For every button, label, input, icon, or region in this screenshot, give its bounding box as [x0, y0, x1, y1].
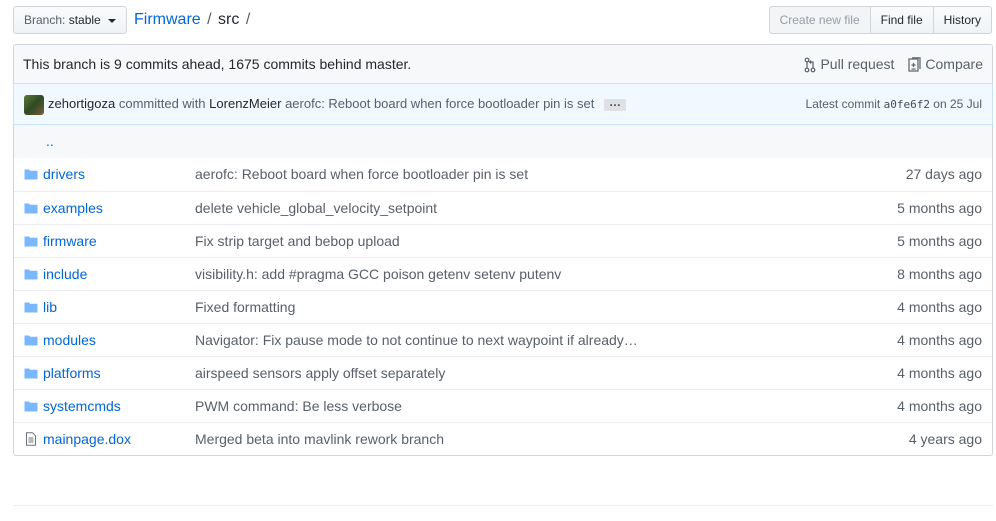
folder-icon: [24, 366, 38, 380]
folder-icon: [24, 234, 38, 248]
table-row: include visibility.h: add #pragma GCC poi…: [14, 257, 992, 290]
table-row: firmware Fix strip target and bebop uploa…: [14, 224, 992, 257]
avatar[interactable]: [24, 95, 44, 115]
table-row: systemcmds PWM command: Be less verbose 4 …: [14, 389, 992, 422]
file-navigation: Branch: stable Firmware / src / Create n…: [13, 6, 992, 34]
commit-age: 5 months ago: [897, 233, 982, 249]
file-name-link[interactable]: drivers: [43, 158, 85, 191]
branch-prefix: Branch:: [24, 13, 66, 27]
folder-icon: [24, 333, 38, 347]
commit-age: 27 days ago: [905, 166, 982, 182]
file-actions: Create new file Find file History: [768, 6, 992, 34]
branch-name: stable: [68, 13, 101, 27]
committed-with-text: committed with: [118, 96, 206, 111]
table-row: examples delete vehicle_global_velocity_s…: [14, 191, 992, 224]
commit-message-link[interactable]: Fixed formatting: [195, 291, 295, 324]
parent-directory-link[interactable]: ..: [46, 125, 54, 158]
history-button[interactable]: History: [932, 6, 992, 34]
folder-icon: [24, 300, 38, 314]
breadcrumb-repo-link[interactable]: Firmware: [134, 11, 201, 28]
table-row: drivers aerofc: Reboot board when force b…: [14, 158, 992, 191]
commit-message-link[interactable]: airspeed sensors apply offset separately: [195, 357, 445, 390]
commit-age: 4 months ago: [897, 398, 982, 414]
file-name-link[interactable]: examples: [43, 192, 103, 225]
branch-actions: Pull request Compare: [804, 45, 983, 84]
table-row: mainpage.dox Merged beta into mavlink rew…: [14, 422, 992, 455]
commit-message-link[interactable]: aerofc: Reboot board when force bootload…: [195, 158, 528, 191]
breadcrumb: Firmware / src /: [134, 8, 252, 32]
commit-message-link[interactable]: aerofc: Reboot board when force bootload…: [285, 96, 594, 111]
folder-icon: [24, 399, 38, 413]
table-row: lib Fixed formatting 4 months ago: [14, 290, 992, 323]
git-pull-request-icon: [805, 57, 816, 72]
file-name-link[interactable]: lib: [43, 291, 57, 324]
file-name-link[interactable]: mainpage.dox: [43, 423, 131, 456]
table-row: modules Navigator: Fix pause mode to not …: [14, 323, 992, 356]
breadcrumb-separator: /: [245, 11, 251, 28]
commit-message-link[interactable]: Merged beta into mavlink rework branch: [195, 423, 444, 456]
parent-directory-row: ..: [14, 125, 992, 158]
commit-message-link[interactable]: delete vehicle_global_velocity_setpoint: [195, 192, 437, 225]
commit-author-line: zehortigoza committed with LorenzMeier a…: [48, 84, 626, 124]
table-row: platforms airspeed sensors apply offset s…: [14, 356, 992, 389]
find-file-button[interactable]: Find file: [869, 6, 934, 34]
commit-author-link[interactable]: zehortigoza: [48, 96, 115, 111]
diff-icon: [908, 56, 922, 72]
branch-status-message: This branch is 9 commits ahead, 1675 com…: [23, 56, 412, 72]
pull-request-label: Pull request: [820, 56, 895, 72]
commit-message-link[interactable]: PWM command: Be less verbose: [195, 390, 402, 423]
commit-sha-link[interactable]: a0fe6f2: [884, 98, 930, 111]
latest-commit-label: Latest commit: [805, 97, 881, 111]
file-name-link[interactable]: modules: [43, 324, 96, 357]
commit-message-link[interactable]: visibility.h: add #pragma GCC poison get…: [195, 258, 561, 291]
file-list: .. drivers aerofc: Reboot board when forc…: [13, 125, 993, 456]
create-new-file-button[interactable]: Create new file: [768, 6, 871, 34]
commit-age: 4 months ago: [897, 332, 982, 348]
compare-link[interactable]: Compare: [908, 45, 983, 84]
commit-message-link[interactable]: Navigator: Fix pause mode to not continu…: [195, 324, 638, 357]
commit-date: on 25 Jul: [933, 97, 982, 111]
breadcrumb-separator: /: [207, 11, 212, 28]
branch-status-bar: This branch is 9 commits ahead, 1675 com…: [13, 44, 993, 83]
compare-label: Compare: [925, 56, 983, 72]
file-name-link[interactable]: firmware: [43, 225, 97, 258]
commit-age: 8 months ago: [897, 266, 982, 282]
pull-request-link[interactable]: Pull request: [804, 45, 894, 84]
file-icon: [24, 432, 38, 446]
commit-age: 4 months ago: [897, 365, 982, 381]
divider: [13, 505, 993, 506]
latest-commit-info: Latest commit a0fe6f2 on 25 Jul: [806, 84, 982, 125]
commit-age: 4 years ago: [908, 431, 982, 447]
breadcrumb-current-dir: src: [218, 11, 240, 28]
folder-icon: [24, 201, 38, 215]
caret-down-icon: [108, 18, 117, 23]
folder-icon: [24, 267, 38, 281]
commit-age: 5 months ago: [897, 200, 982, 216]
expand-commit-message-button[interactable]: …: [604, 96, 626, 111]
file-name-link[interactable]: systemcmds: [43, 390, 121, 423]
commit-message-link[interactable]: Fix strip target and bebop upload: [195, 225, 400, 258]
file-name-link[interactable]: platforms: [43, 357, 101, 390]
commit-age: 4 months ago: [897, 299, 982, 315]
folder-icon: [24, 167, 38, 181]
file-name-link[interactable]: include: [43, 258, 87, 291]
committer-link[interactable]: LorenzMeier: [209, 96, 281, 111]
branch-select-button[interactable]: Branch: stable: [13, 6, 128, 34]
latest-commit-bar: zehortigoza committed with LorenzMeier a…: [13, 83, 993, 125]
